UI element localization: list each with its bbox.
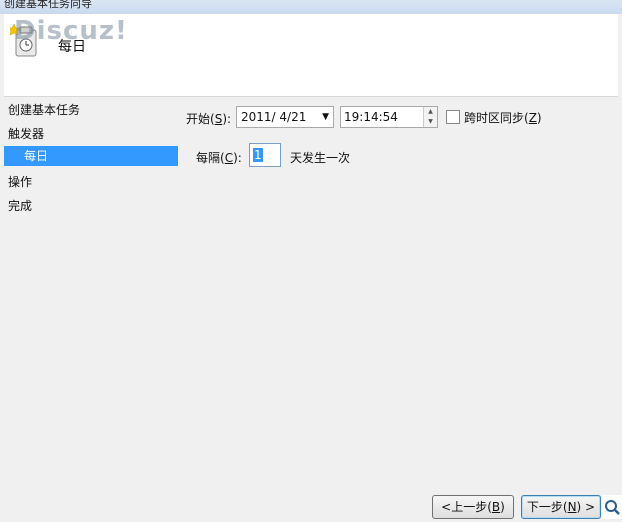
page-title: 每日 — [58, 39, 86, 55]
nav-item-daily[interactable]: 每日 — [4, 146, 178, 166]
recur-days-input[interactable]: 1 — [249, 143, 281, 167]
spin-down-icon[interactable]: ▼ — [424, 117, 437, 127]
sync-timezones-checkbox[interactable] — [446, 110, 460, 124]
start-label: 开始(S): — [186, 112, 232, 126]
start-time-value: 19:14:54 — [344, 110, 398, 124]
start-time-input[interactable]: 19:14:54 ▲ ▼ — [340, 106, 438, 128]
recur-suffix-label: 天发生一次 — [290, 151, 351, 165]
nav-item-action[interactable]: 操作 — [4, 170, 178, 194]
recur-every-label: 每隔(C): — [196, 151, 242, 165]
magnifier-icon[interactable] — [602, 495, 622, 519]
spin-up-icon[interactable]: ▲ — [424, 107, 437, 117]
next-button[interactable]: 下一步(N) > — [521, 495, 601, 519]
wizard-nav: 创建基本任务 触发器 每日 操作 完成 — [4, 98, 178, 218]
title-bar: 创建基本任务向导 — [0, 0, 622, 14]
nav-item-finish[interactable]: 完成 — [4, 194, 178, 218]
back-button[interactable]: <上一步(B) — [432, 495, 514, 519]
nav-item-trigger[interactable]: 触发器 — [4, 122, 178, 146]
start-date-value: 2011/ 4/21 — [241, 110, 307, 124]
start-date-picker[interactable]: 2011/ 4/21 ▼ — [236, 106, 334, 128]
dropdown-arrow-icon[interactable]: ▼ — [322, 112, 329, 122]
time-spinner[interactable]: ▲ ▼ — [423, 107, 437, 127]
nav-item-create-basic-task[interactable]: 创建基本任务 — [4, 98, 178, 122]
recur-days-value: 1 — [253, 148, 263, 162]
sync-timezones-label[interactable]: 跨时区同步(Z) — [464, 109, 542, 126]
window-title: 创建基本任务向导 — [4, 0, 92, 10]
wizard-header: Discuz! 每日 — [4, 14, 618, 97]
